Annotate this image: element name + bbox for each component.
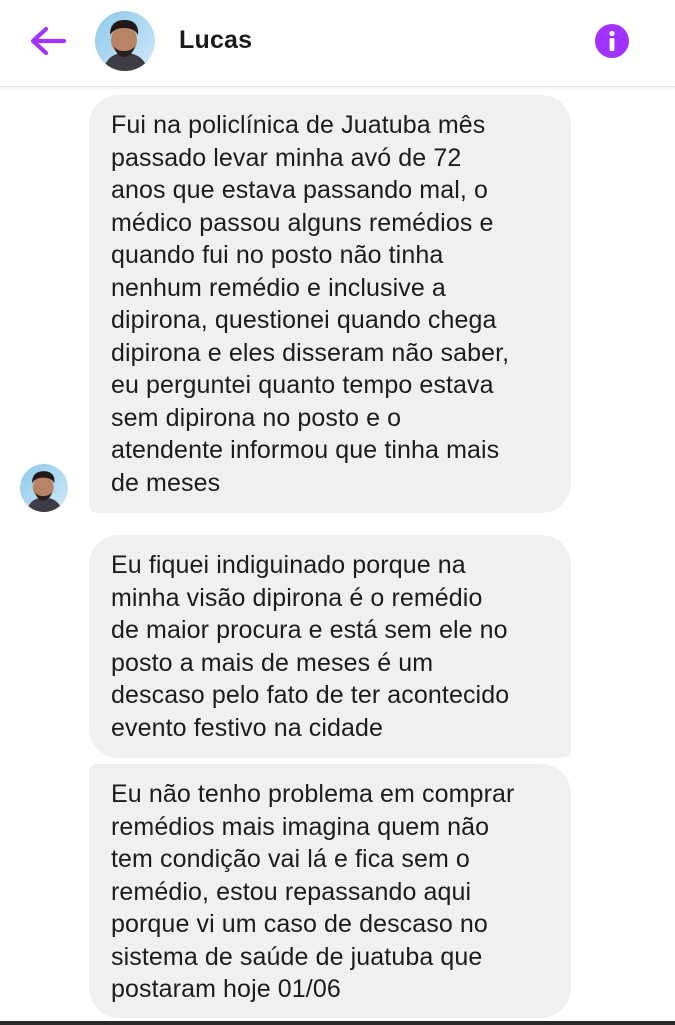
info-icon — [595, 24, 629, 58]
bottom-edge — [0, 1021, 675, 1025]
message-bubble[interactable]: Eu fiquei indiguinado porque na minha vi… — [89, 535, 571, 758]
back-button[interactable] — [26, 22, 70, 60]
message-bubble[interactable]: Fui na policlínica de Juatuba mês passad… — [89, 95, 571, 513]
contact-avatar[interactable] — [95, 11, 155, 71]
contact-name[interactable]: Lucas — [179, 26, 252, 55]
arrow-left-icon — [30, 26, 67, 56]
chat-header: Lucas — [0, 0, 675, 87]
message-bubble[interactable]: Eu não tenho problema em comprar remédio… — [89, 764, 571, 1018]
info-button[interactable] — [594, 23, 630, 59]
sender-avatar[interactable] — [20, 464, 68, 512]
message-list[interactable]: Fui na policlínica de Juatuba mês passad… — [0, 87, 675, 1025]
